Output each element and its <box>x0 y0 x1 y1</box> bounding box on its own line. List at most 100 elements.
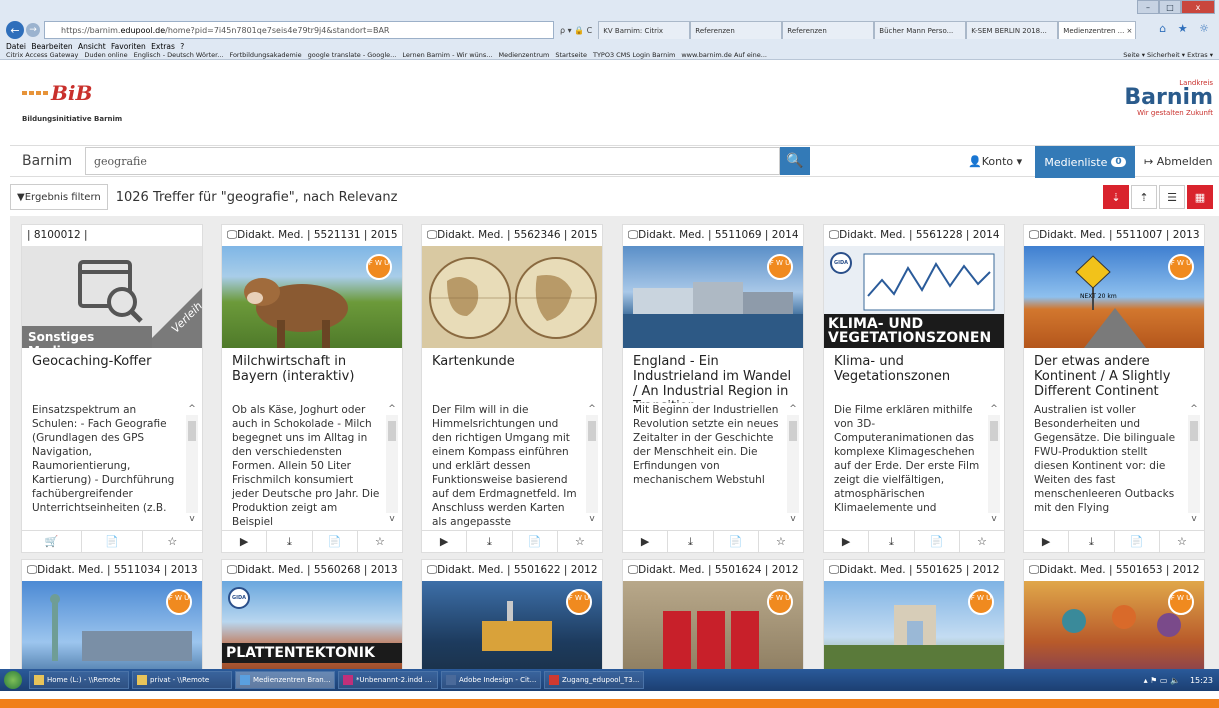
star-icon[interactable]: ☆ <box>759 531 803 552</box>
taskbar-item[interactable]: Zugang_edupool_T3... <box>544 671 644 689</box>
minimize-button[interactable]: – <box>1137 0 1159 14</box>
download-icon[interactable]: ⤓ <box>869 531 915 552</box>
star-icon[interactable]: ☆ <box>143 531 202 552</box>
star-icon[interactable]: ☆ <box>358 531 402 552</box>
card-thumbnail[interactable]: GIDA PLATTENTEKTONIK <box>222 581 402 669</box>
tray-icons[interactable]: ▴ ⚑ ▭ 🔈 <box>1144 676 1180 685</box>
media-card[interactable]: 🖵Didakt. Med. | 5511034 | 2013 F W U <box>21 559 203 669</box>
media-card[interactable]: 🖵Didakt. Med. | 5501622 | 2012 F W U <box>421 559 603 669</box>
description-scrollbar[interactable]: ^ v <box>186 403 198 530</box>
card-thumbnail[interactable]: F W U <box>623 246 803 348</box>
description-scrollbar[interactable]: ^ v <box>586 403 598 530</box>
favorite-link[interactable]: Duden online <box>84 51 127 59</box>
document-icon[interactable]: 📄 <box>714 531 759 552</box>
media-card[interactable]: 🖵Didakt. Med. | 5560268 | 2013 GIDA PLAT… <box>221 559 403 669</box>
description-scrollbar[interactable]: ^ v <box>386 403 398 530</box>
search-button[interactable]: 🔍 <box>780 147 810 175</box>
favorite-link[interactable]: www.barnim.de Auf eine... <box>681 51 767 59</box>
grid-view-button[interactable]: ▦ <box>1187 185 1213 209</box>
media-card[interactable]: | 8100012 | Sonstiges Medium Verleih Geo… <box>21 224 203 553</box>
browser-tab[interactable]: Referenzen <box>690 21 783 39</box>
download-icon[interactable]: ⤓ <box>668 531 714 552</box>
scroll-down-icon[interactable]: v <box>586 513 598 525</box>
card-thumbnail[interactable]: F W U <box>824 581 1004 669</box>
taskbar-item[interactable]: privat - \\Remote <box>132 671 232 689</box>
bib-logo[interactable]: BiB Bildungsinitiative Barnim <box>22 81 122 123</box>
taskbar-item[interactable]: Home (L:) - \\Remote <box>29 671 129 689</box>
taskbar-item[interactable]: Adobe Indesign - Cit... <box>441 671 541 689</box>
tab-close-icon[interactable]: × <box>1127 27 1133 35</box>
play-icon[interactable]: ▶ <box>1024 531 1070 552</box>
description-scrollbar[interactable]: ^ v <box>1188 403 1200 530</box>
taskbar-item-active[interactable]: Medienzentren Bran... <box>235 671 335 689</box>
card-title[interactable]: England - Ein Industrieland im Wandel / … <box>623 348 803 403</box>
browser-tab[interactable]: KV Barnim: Citrix <box>598 21 691 39</box>
logout-button[interactable]: ↦ Abmelden <box>1144 155 1212 168</box>
clock[interactable]: 15:23 <box>1190 676 1213 685</box>
scroll-up-icon[interactable]: ^ <box>186 403 198 415</box>
card-title[interactable]: Der etwas andere Kontinent / A Slightly … <box>1024 348 1204 403</box>
close-window-button[interactable]: x <box>1181 0 1215 14</box>
scroll-down-icon[interactable]: v <box>988 513 1000 525</box>
document-icon[interactable]: 📄 <box>513 531 558 552</box>
download-icon[interactable]: ⤓ <box>1069 531 1115 552</box>
scroll-up-icon[interactable]: ^ <box>586 403 598 415</box>
play-icon[interactable]: ▶ <box>824 531 870 552</box>
media-card[interactable]: 🖵Didakt. Med. | 5511007 | 2013 NEXT 20 k… <box>1023 224 1205 553</box>
browser-tab[interactable]: K-SEM BERLIN 2018... <box>966 21 1059 39</box>
medienliste-button[interactable]: Medienliste 0 <box>1035 146 1135 178</box>
favorite-link[interactable]: google translate - Google... <box>308 51 397 59</box>
download-icon[interactable]: ⤓ <box>267 531 313 552</box>
media-card[interactable]: 🖵Didakt. Med. | 5501625 | 2012 F W U <box>823 559 1005 669</box>
media-card[interactable]: 🖵Didakt. Med. | 5521131 | 2015 F W U Mil… <box>221 224 403 553</box>
card-thumbnail[interactable]: Sonstiges Medium Verleih <box>22 246 202 348</box>
konto-dropdown[interactable]: 👤Konto ▾ <box>968 155 1022 168</box>
barnim-logo[interactable]: Landkreis Barnim Wir gestalten Zukunft <box>1124 79 1213 117</box>
scroll-up-icon[interactable]: ^ <box>1188 403 1200 415</box>
sort-asc-button[interactable]: ⇡ <box>1131 185 1157 209</box>
play-icon[interactable]: ▶ <box>222 531 268 552</box>
maximize-button[interactable]: □ <box>1159 0 1181 14</box>
favorite-link[interactable]: Medienzentrum <box>498 51 549 59</box>
browser-tab[interactable]: Referenzen <box>782 21 875 39</box>
scroll-up-icon[interactable]: ^ <box>787 403 799 415</box>
scroll-up-icon[interactable]: ^ <box>386 403 398 415</box>
search-input[interactable]: geografie <box>85 147 780 175</box>
taskbar-item[interactable]: *Unbenannt-2.indd ... <box>338 671 438 689</box>
description-scrollbar[interactable]: ^ v <box>787 403 799 530</box>
card-thumbnail[interactable]: F W U <box>22 581 202 669</box>
document-icon[interactable]: 📄 <box>313 531 358 552</box>
command-bar[interactable]: Seite ▾ Sicherheit ▾ Extras ▾ <box>1123 51 1213 59</box>
favorite-link[interactable]: Startseite <box>555 51 587 59</box>
media-card[interactable]: 🖵Didakt. Med. | 5501653 | 2012 F W U <box>1023 559 1205 669</box>
document-icon[interactable]: 📄 <box>82 531 143 552</box>
play-icon[interactable]: ▶ <box>422 531 468 552</box>
card-title[interactable]: Klima- und Vegetationszonen <box>824 348 1004 403</box>
media-card[interactable]: 🖵Didakt. Med. | 5501624 | 2012 F W U <box>622 559 804 669</box>
browser-tab[interactable]: Bücher Mann Perso... <box>874 21 967 39</box>
start-button[interactable] <box>0 669 26 691</box>
list-view-button[interactable]: ☰ <box>1159 185 1185 209</box>
scroll-down-icon[interactable]: v <box>1188 513 1200 525</box>
card-title[interactable]: Milchwirtschaft in Bayern (interaktiv) <box>222 348 402 403</box>
card-thumbnail[interactable]: NEXT 20 km F W U <box>1024 246 1204 348</box>
browser-menu[interactable]: Datei Bearbeiten Ansicht Favoriten Extra… <box>6 42 184 51</box>
card-title[interactable]: Kartenkunde <box>422 348 602 403</box>
media-card[interactable]: 🖵Didakt. Med. | 5511069 | 2014 F W U Eng… <box>622 224 804 553</box>
favorite-link[interactable]: Fortbildungsakademie <box>229 51 301 59</box>
sort-desc-button[interactable]: ⇣ <box>1103 185 1129 209</box>
address-icons[interactable]: ρ ▾ 🔒 C <box>560 26 592 35</box>
description-scrollbar[interactable]: ^ v <box>988 403 1000 530</box>
download-icon[interactable]: ⤓ <box>467 531 513 552</box>
card-thumbnail[interactable]: GIDA KLIMA- UND VEGETATIONSZONEN <box>824 246 1004 348</box>
address-bar[interactable]: https://barnim. edupool.de/home?pid=7i45n… <box>44 21 554 39</box>
home-star-gear-icons[interactable]: ⌂ ★ ☼ <box>1159 22 1213 35</box>
favorite-link[interactable]: Citrix Access Gateway <box>6 51 78 59</box>
document-icon[interactable]: 📄 <box>1115 531 1160 552</box>
star-icon[interactable]: ☆ <box>558 531 602 552</box>
browser-tab-active[interactable]: Medienzentren ... × <box>1058 21 1137 39</box>
card-thumbnail[interactable] <box>422 246 602 348</box>
card-thumbnail[interactable]: F W U <box>422 581 602 669</box>
back-button[interactable]: ← <box>6 21 24 39</box>
card-title[interactable]: Geocaching-Koffer <box>22 348 202 403</box>
